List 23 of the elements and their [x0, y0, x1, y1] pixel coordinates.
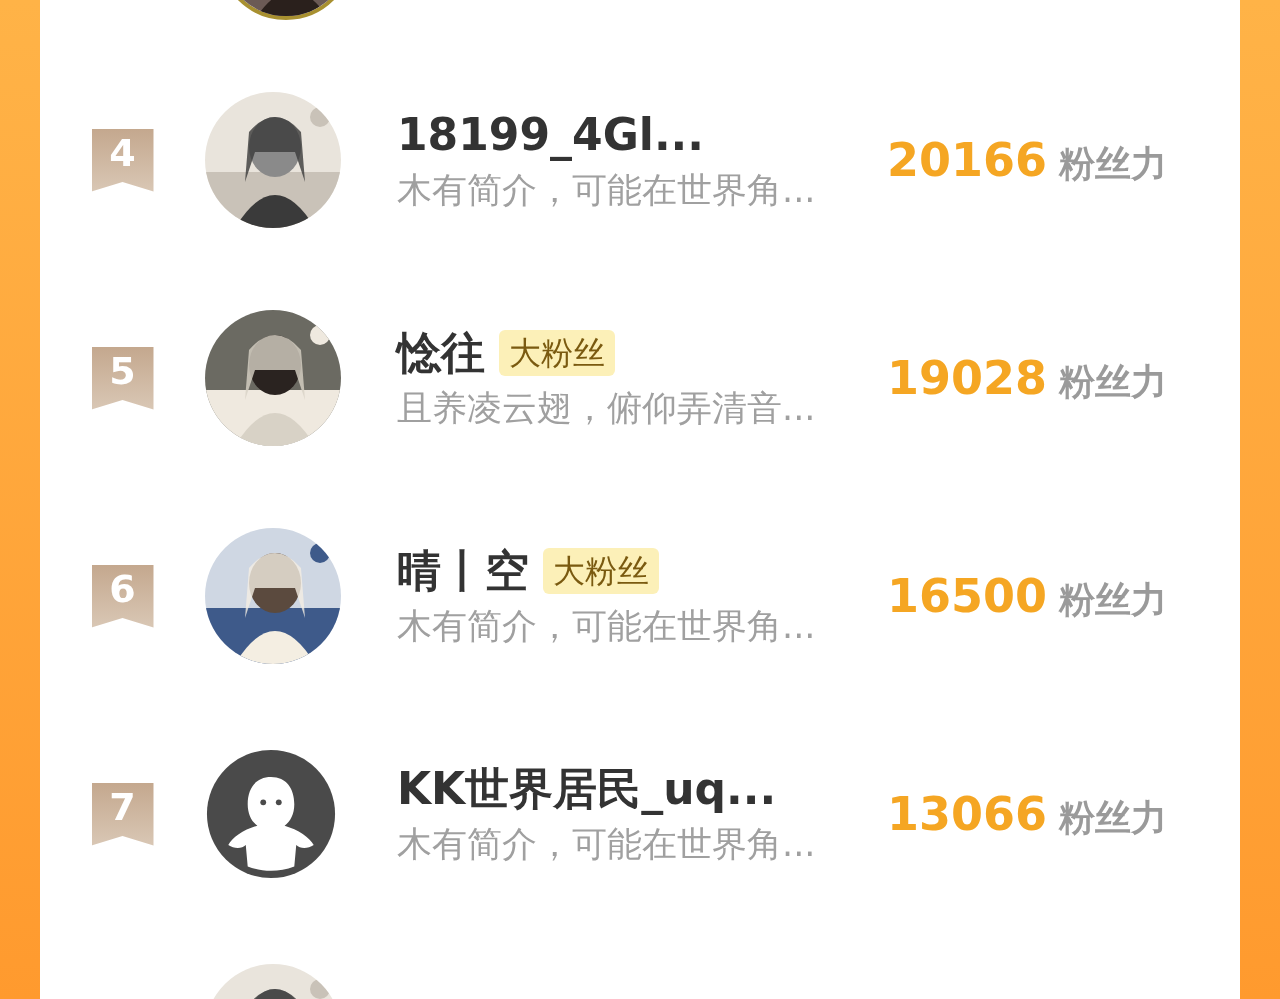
rank-ribbon: 5: [91, 346, 154, 410]
rank-ribbon: 4: [91, 128, 154, 192]
fan-score: 16500: [887, 567, 1048, 625]
score-unit: 粉丝力: [1059, 795, 1168, 840]
score-unit: 粉丝力: [1059, 577, 1168, 622]
user-name: 18199_4Gl...: [397, 108, 705, 162]
score-unit: 粉丝力: [1059, 359, 1168, 404]
user-bio: 木有简介，可能在世界角...: [397, 823, 817, 866]
fan-score: 20166: [887, 131, 1048, 189]
fan-score: 13066: [887, 785, 1048, 843]
user-bio: 木有简介，可能在世界角...: [397, 605, 817, 648]
fan-badge: 大粉丝: [543, 548, 659, 594]
default-avatar-icon: [205, 748, 337, 880]
user-bio: 且养凌云翅，俯仰弄清音...: [397, 387, 817, 430]
rank-ribbon: 6: [91, 564, 154, 628]
user-name: KK世界居民_uq...: [397, 762, 777, 816]
fan-badge: 大粉丝: [499, 330, 615, 376]
rank-ribbon: 7: [91, 782, 154, 846]
fan-score: 19028: [887, 349, 1048, 407]
user-name: 晴丨空: [397, 544, 529, 598]
user-name: 惗往: [397, 326, 485, 380]
user-bio: 木有简介，可能在世界角...: [397, 169, 817, 212]
score-unit: 粉丝力: [1059, 141, 1168, 186]
